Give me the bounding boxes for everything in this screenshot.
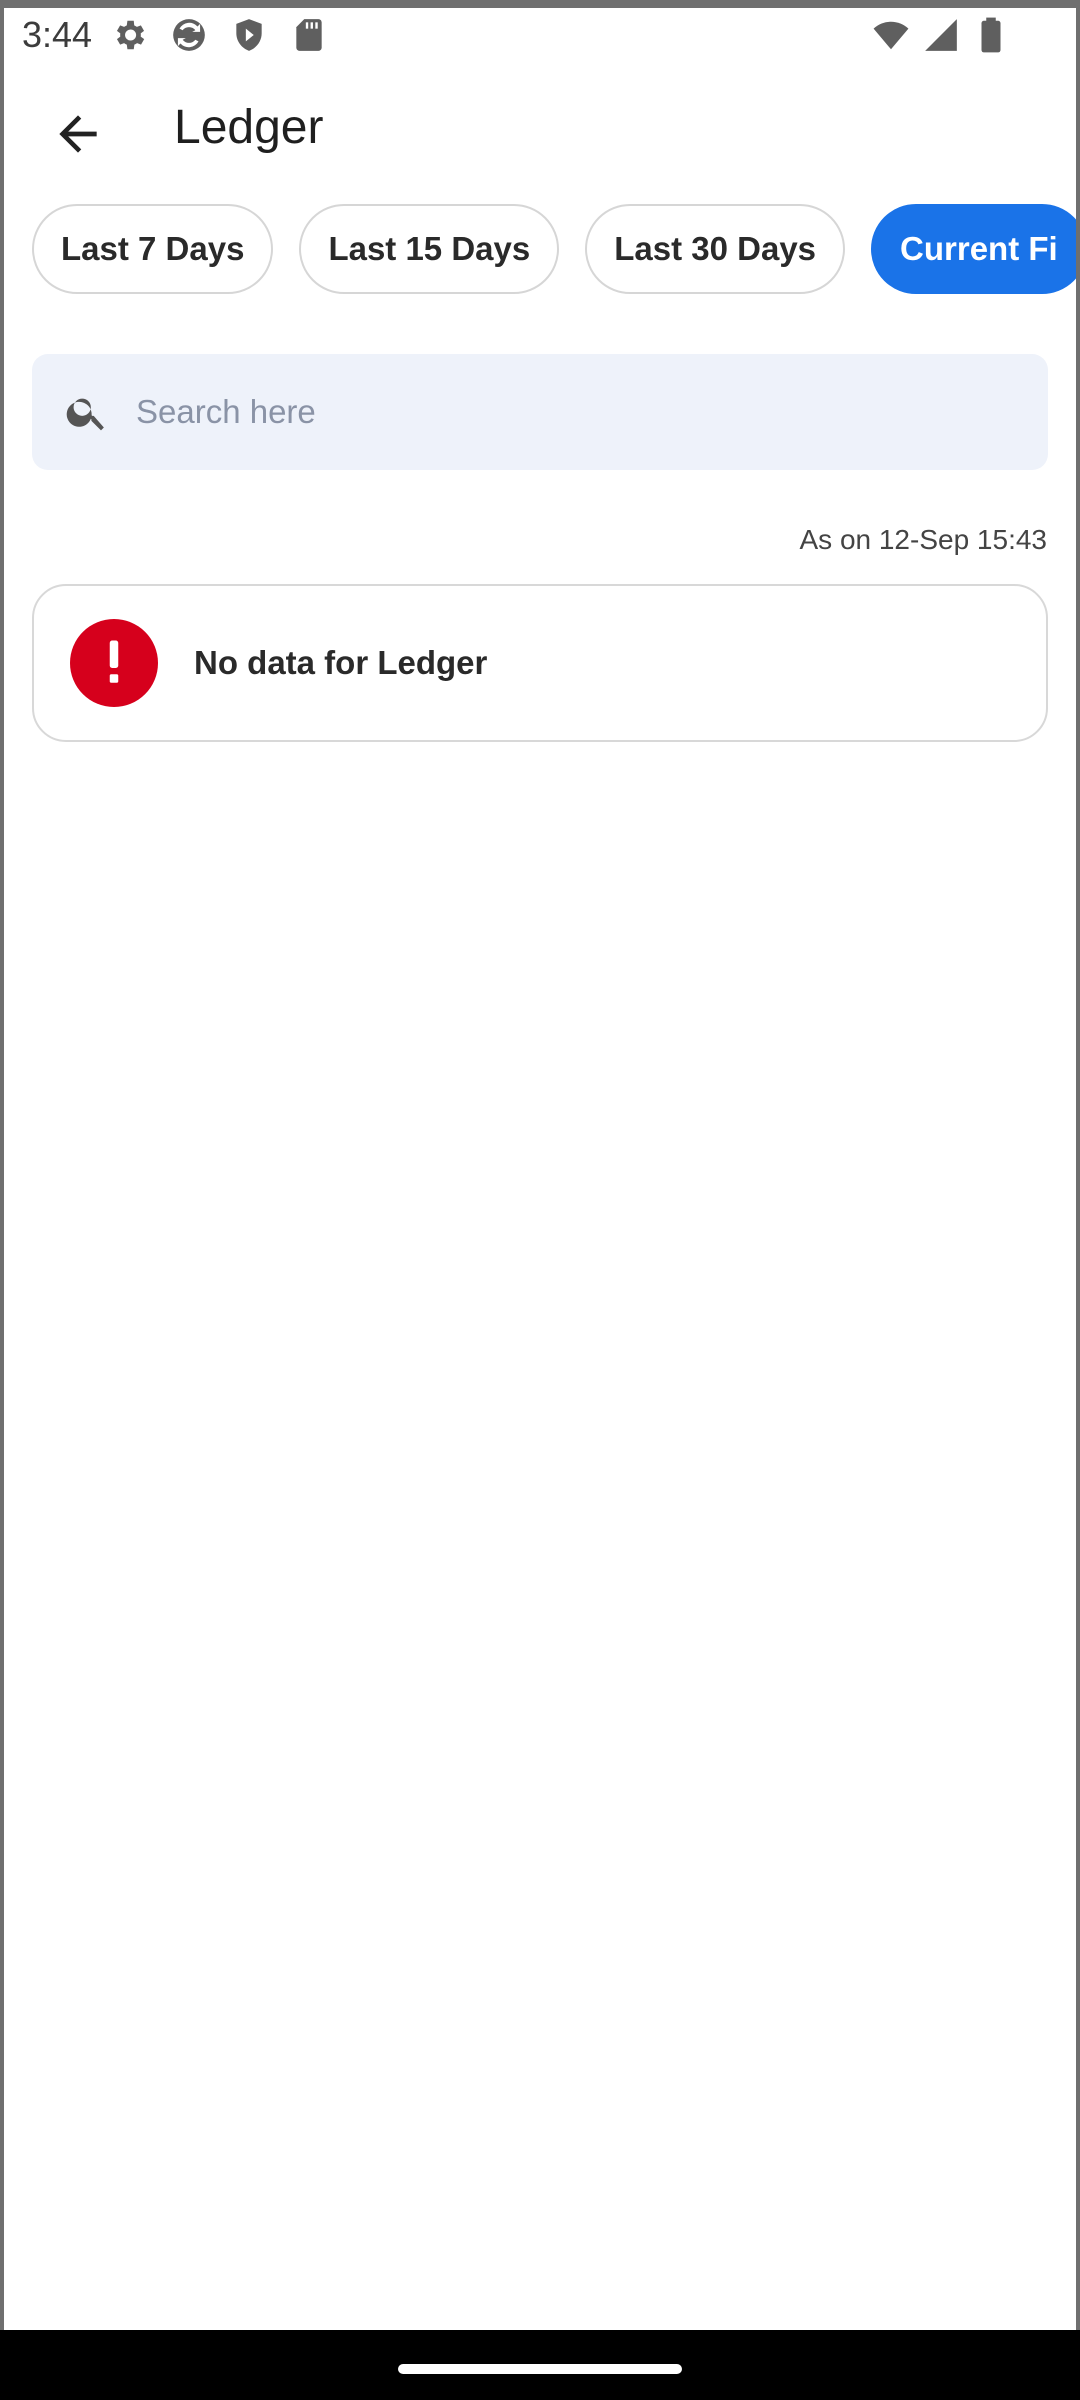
chip-last-15-days[interactable]: Last 15 Days	[299, 204, 560, 294]
status-left-icons	[110, 16, 328, 54]
app-screen: 3:44 Ledger Last 7 Days Last 15 Days Las…	[0, 0, 1080, 2330]
arrow-back-icon	[59, 115, 97, 153]
signal-icon	[922, 16, 960, 54]
alert-exclamation-icon	[70, 619, 158, 707]
settings-gear-icon	[110, 16, 148, 54]
empty-state-card: No data for Ledger	[32, 584, 1048, 742]
status-time: 3:44	[22, 14, 93, 55]
search-icon	[62, 387, 112, 437]
back-button[interactable]	[40, 96, 116, 172]
search-input[interactable]	[134, 353, 1048, 471]
chip-current-financial-year[interactable]: Current Fi	[871, 204, 1076, 294]
date-filter-chips: Last 7 Days Last 15 Days Last 30 Days Cu…	[32, 204, 1076, 294]
as-on-timestamp: As on 12-Sep 15:43	[799, 524, 1047, 555]
status-bar: 3:44	[4, 8, 1076, 66]
sd-card-icon	[290, 16, 328, 54]
search-box[interactable]	[32, 353, 1048, 471]
app-bar: Ledger	[4, 70, 1076, 200]
status-right-icons	[872, 16, 1010, 54]
sync-icon	[170, 16, 208, 54]
shield-icon	[230, 16, 268, 54]
battery-icon	[972, 16, 1010, 54]
navigation-bar	[0, 2330, 1080, 2400]
home-indicator[interactable]	[398, 2364, 682, 2374]
chip-last-7-days[interactable]: Last 7 Days	[32, 204, 274, 294]
page-title: Ledger	[174, 101, 324, 154]
wifi-icon	[872, 16, 910, 54]
empty-state-message: No data for Ledger	[194, 644, 488, 681]
chip-last-30-days[interactable]: Last 30 Days	[585, 204, 846, 294]
